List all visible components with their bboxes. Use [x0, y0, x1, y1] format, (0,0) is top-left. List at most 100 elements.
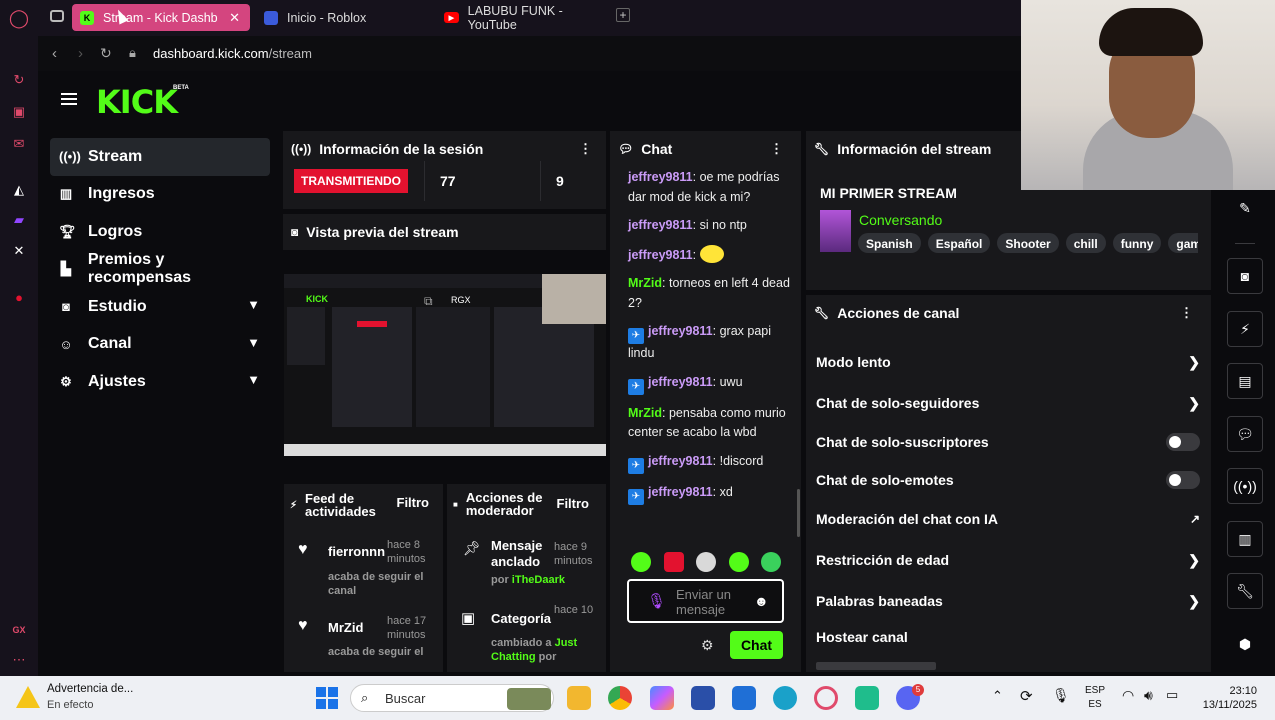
battery-icon[interactable]: ▭: [1166, 687, 1178, 703]
layout-icon[interactable]: ▥: [1227, 521, 1263, 557]
mod-user-link[interactable]: iTheDaark: [512, 574, 565, 586]
sync-icon[interactable]: ⟳: [1020, 687, 1033, 705]
opera-gx-icon[interactable]: [814, 686, 838, 710]
language-indicator[interactable]: ESP ES: [1085, 684, 1105, 712]
chat-username[interactable]: jeffrey9811: [628, 218, 693, 232]
tag[interactable]: gaming: [1168, 233, 1198, 253]
chat-username[interactable]: MrZid: [628, 406, 662, 420]
forward-icon[interactable]: ›: [78, 45, 83, 62]
tag[interactable]: Spanish: [858, 233, 921, 253]
tag[interactable]: chill: [1065, 233, 1106, 253]
chevron-up-icon[interactable]: ⌃: [992, 688, 1003, 704]
twitch-icon[interactable]: ▰: [9, 210, 29, 230]
chat-input[interactable]: 🎙︎ Enviar un mensaje ☻: [627, 579, 784, 623]
sidebar-item-stream[interactable]: ((•)) Stream: [50, 138, 270, 176]
category-name[interactable]: Conversando: [859, 212, 942, 228]
chat-username[interactable]: jeffrey9811: [628, 170, 693, 184]
edge-icon[interactable]: [773, 686, 797, 710]
tag[interactable]: funny: [1112, 233, 1162, 253]
tab-kick[interactable]: K Stream - Kick Dashb ✕: [72, 4, 250, 31]
tab-roblox[interactable]: Inicio - Roblox: [256, 4, 426, 31]
filter-button[interactable]: Filtro: [557, 497, 590, 510]
back-icon[interactable]: ‹: [52, 45, 57, 62]
action-host-channel[interactable]: Hostear canal: [816, 622, 1206, 652]
tag[interactable]: Shooter: [997, 233, 1059, 253]
outlook-icon[interactable]: [732, 686, 756, 710]
file-explorer-icon[interactable]: [567, 686, 591, 710]
edit-icon[interactable]: ✎: [1227, 190, 1263, 226]
camera-icon[interactable]: ◙: [1227, 258, 1263, 294]
x-icon[interactable]: ✕: [9, 241, 29, 261]
reload-icon[interactable]: ↻: [100, 45, 112, 62]
stream-preview-video[interactable]: KICK ⧉ RGX: [284, 274, 606, 456]
microphone-icon[interactable]: 🎙︎: [1052, 687, 1070, 704]
warning-icon[interactable]: [16, 686, 40, 708]
menu-icon[interactable]: [61, 93, 77, 95]
chat-scrollbar[interactable]: [797, 489, 800, 537]
close-icon[interactable]: ✕: [229, 10, 240, 26]
url-field[interactable]: dashboard.kick.com/stream: [153, 46, 312, 61]
action-banned-words[interactable]: Palabras baneadas ❯: [816, 586, 1206, 616]
feed-user[interactable]: MrZid: [328, 620, 363, 635]
action-age-restriction[interactable]: Restricción de edad ❯: [816, 545, 1206, 575]
sidebar-item-ajustes[interactable]: ⚙ Ajustes ▼: [50, 363, 270, 401]
document-icon[interactable]: ▤: [1227, 363, 1263, 399]
share-icon[interactable]: ⬢: [1227, 626, 1263, 662]
emote-icon[interactable]: [761, 552, 781, 572]
chat-username[interactable]: jeffrey9811: [648, 375, 713, 389]
wrench-icon[interactable]: 🔧︎: [1227, 573, 1263, 609]
feed-user[interactable]: fierronnn: [328, 544, 385, 559]
emote-icon[interactable]: [663, 552, 684, 572]
sidebar-item-estudio[interactable]: ◙ Estudio ▼: [50, 288, 270, 326]
opera-logo-icon[interactable]: ◯: [9, 8, 29, 28]
emote-icon[interactable]: [631, 552, 651, 572]
tab-menu-icon[interactable]: [50, 10, 64, 22]
more-options-icon[interactable]: ⋮: [1180, 305, 1193, 321]
spotify-icon[interactable]: ●: [9, 287, 29, 307]
visual-studio-icon[interactable]: [691, 686, 715, 710]
filter-button[interactable]: Filtro: [397, 496, 430, 509]
tag[interactable]: Español: [927, 233, 991, 253]
more-icon[interactable]: ⋯: [9, 650, 29, 670]
wifi-icon[interactable]: ◠: [1122, 687, 1134, 704]
emotes-only-toggle[interactable]: [1166, 471, 1200, 489]
taskbar-search[interactable]: ⌕ Buscar: [350, 684, 554, 712]
action-ai-moderation[interactable]: Moderación del chat con IA ↗: [816, 504, 1206, 534]
send-chat-button[interactable]: Chat: [730, 631, 783, 659]
more-options-icon[interactable]: ⋮: [770, 141, 783, 157]
emote-icon[interactable]: [696, 552, 716, 572]
sidebar-item-logros[interactable]: 🏆︎ Logros: [50, 213, 270, 251]
mail-icon[interactable]: ✉: [9, 134, 29, 154]
ai-icon[interactable]: ◭: [9, 180, 29, 200]
broadcast-icon[interactable]: ((•)): [1227, 468, 1263, 504]
sidebar-item-ingresos[interactable]: ▥ Ingresos: [50, 176, 270, 214]
windows-start-icon[interactable]: [316, 687, 338, 709]
chrome-icon[interactable]: [608, 686, 632, 710]
sidebar-item-canal[interactable]: ☺ Canal ▼: [50, 326, 270, 364]
tab-youtube[interactable]: ▶ LABUBU FUNK - YouTube: [436, 4, 611, 32]
gear-icon[interactable]: ⚙: [701, 637, 714, 654]
notification-title[interactable]: Advertencia de...: [47, 683, 133, 695]
gx-icon[interactable]: GX: [9, 620, 29, 640]
action-slow-mode[interactable]: Modo lento ❯: [816, 347, 1206, 377]
chat-bubble-icon[interactable]: 💬︎: [1227, 416, 1263, 452]
copilot-icon[interactable]: [650, 686, 674, 710]
kick-logo[interactable]: KICK: [96, 83, 178, 121]
shop-icon[interactable]: ▣: [9, 102, 29, 122]
chat-username[interactable]: jeffrey9811: [628, 248, 693, 262]
subscribers-only-toggle[interactable]: [1166, 433, 1200, 451]
chat-username[interactable]: jeffrey9811: [648, 324, 713, 338]
app-icon[interactable]: [855, 686, 879, 710]
chat-username[interactable]: jeffrey9811: [648, 454, 713, 468]
refresh-icon[interactable]: ↻: [9, 70, 29, 90]
emoji-icon[interactable]: ☻: [754, 593, 769, 609]
action-followers-only[interactable]: Chat de solo-seguidores ❯: [816, 388, 1206, 418]
volume-icon[interactable]: 🔊︎: [1144, 687, 1153, 704]
chat-username[interactable]: jeffrey9811: [648, 485, 713, 499]
new-tab-button[interactable]: +: [616, 8, 630, 22]
clock[interactable]: 23:10 13/11/2025: [1195, 684, 1257, 712]
chat-username[interactable]: MrZid: [628, 276, 662, 290]
bolt-icon[interactable]: ⚡︎: [1227, 311, 1263, 347]
sidebar-item-premios[interactable]: ▙ Premios y recompensas: [50, 251, 270, 289]
emote-icon[interactable]: [728, 552, 749, 572]
